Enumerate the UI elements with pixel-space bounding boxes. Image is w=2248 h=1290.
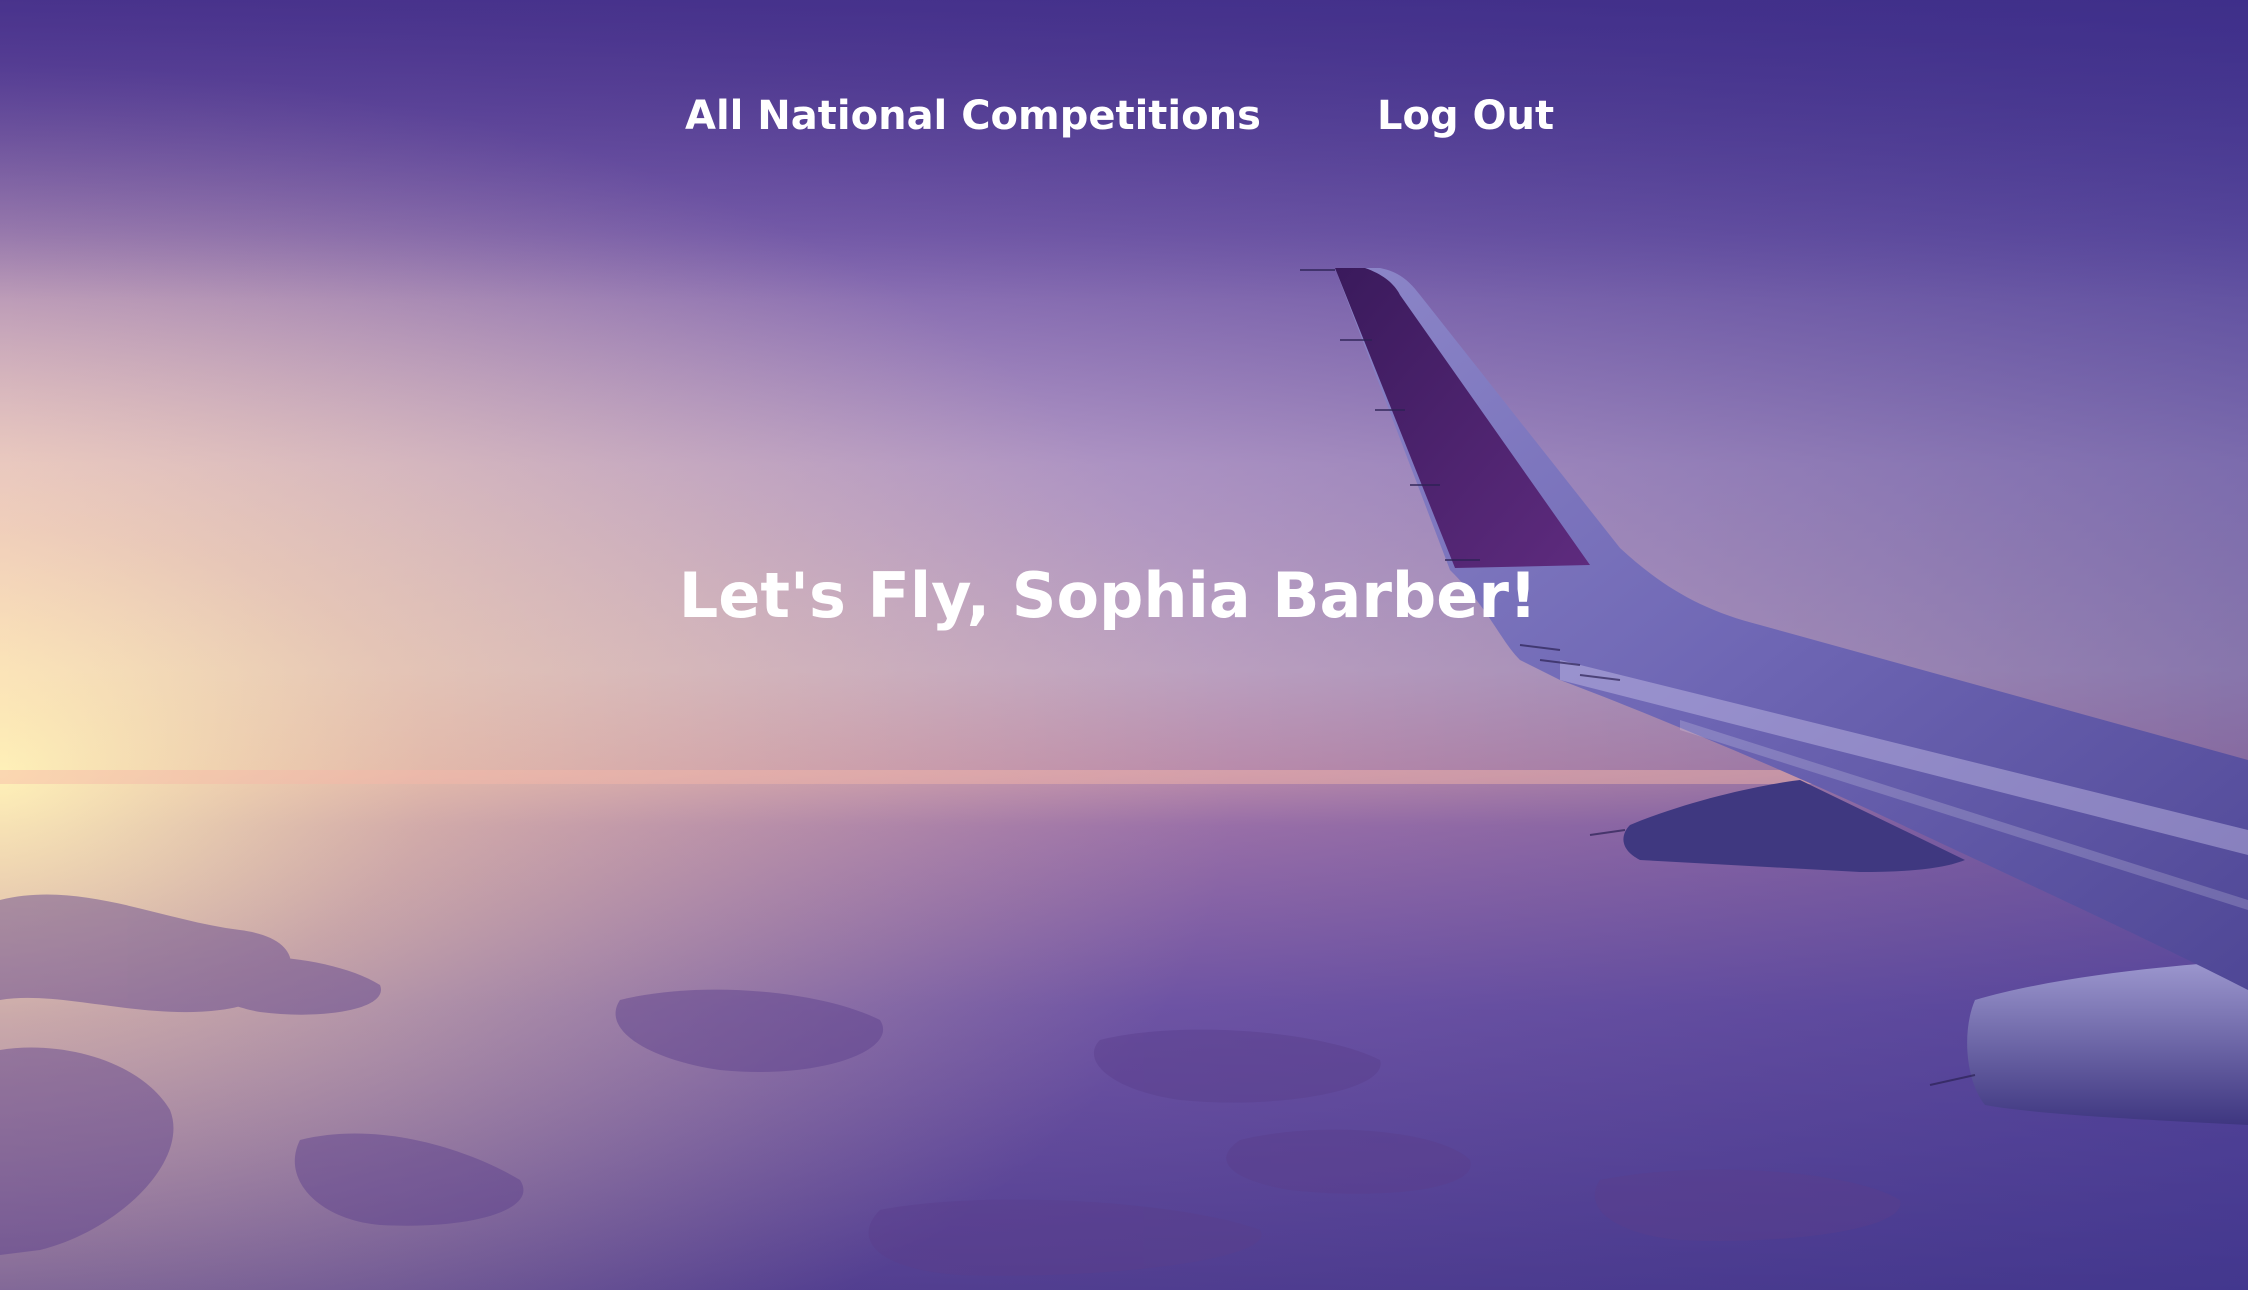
welcome-greeting: Let's Fly, Sophia Barber! (678, 559, 1538, 632)
nav-link-log-out[interactable]: Log Out (1377, 88, 1554, 144)
airplane-wing-sunset-image (0, 0, 2248, 1290)
hero-section: All National Competitions Log Out Let's … (0, 0, 2248, 1290)
top-navigation: All National Competitions Log Out (0, 88, 2248, 144)
nav-link-all-national-competitions[interactable]: All National Competitions (685, 88, 1261, 144)
